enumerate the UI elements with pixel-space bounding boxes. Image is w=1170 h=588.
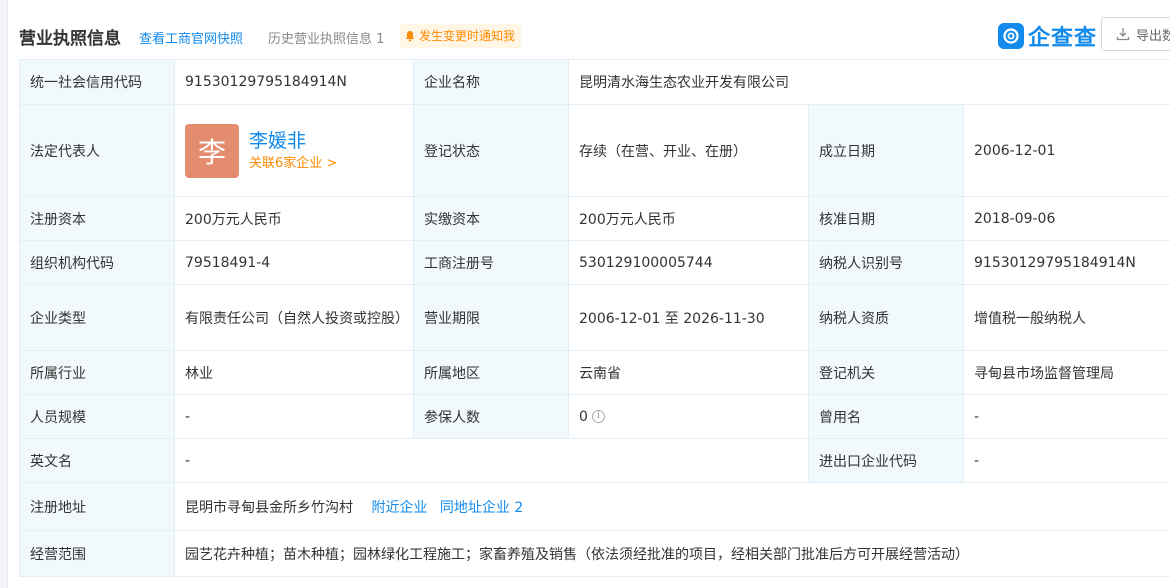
same-address-count: 2 xyxy=(514,499,524,516)
taxpayer-qual-value: 增值税一般纳税人 xyxy=(963,284,1170,351)
table-row: 组织机构代码 79518491-4 工商注册号 530129100005744 … xyxy=(19,240,1170,285)
taxpayer-qual-label: 纳税人资质 xyxy=(808,284,964,351)
staff-size-label: 人员规模 xyxy=(19,394,175,439)
company-name-label: 企业名称 xyxy=(413,59,569,105)
scope-value: 园艺花卉种植；苗木种植；园林绿化工程施工；家畜养殖及销售（依法须经批准的项目，经… xyxy=(174,530,1170,577)
former-name-label: 曾用名 xyxy=(808,394,964,439)
info-icon[interactable]: i xyxy=(591,410,605,423)
table-row: 统一社会信用代码 91530129795184914N 企业名称 昆明清水海生态… xyxy=(19,59,1170,105)
snapshot-link[interactable]: 查看工商官网快照 xyxy=(139,28,243,47)
notify-button[interactable]: 发生变更时通知我 xyxy=(400,24,522,48)
address-cell: 昆明市寻甸县金所乡竹沟村 附近企业 同地址企业 2 xyxy=(174,482,1170,531)
export-label: 导出数 xyxy=(1136,28,1170,44)
scope-label: 经营范围 xyxy=(19,530,175,577)
paid-capital-label: 实缴资本 xyxy=(413,196,569,241)
section-title: 营业执照信息 xyxy=(19,29,121,49)
org-code-label: 组织机构代码 xyxy=(19,240,175,285)
approval-date-label: 核准日期 xyxy=(808,196,964,241)
table-row: 经营范围 园艺花卉种植；苗木种植；园林绿化工程施工；家畜养殖及销售（依法须经批准… xyxy=(19,530,1170,577)
staff-size-value: - xyxy=(174,394,414,439)
brand-logo: 企查查 xyxy=(998,20,1097,52)
history-license-link[interactable]: 历史营业执照信息 1 xyxy=(268,28,384,47)
table-row: 企业类型 有限责任公司（自然人投资或控股） 营业期限 2006-12-01 至 … xyxy=(19,284,1170,351)
industry-label: 所属行业 xyxy=(19,350,175,395)
company-name-value: 昆明清水海生态农业开发有限公司 xyxy=(568,59,1170,105)
import-export-label: 进出口企业代码 xyxy=(808,438,964,483)
left-edge xyxy=(0,0,8,588)
table-row: 所属行业 林业 所属地区 云南省 登记机关 寻甸县市场监督管理局 xyxy=(19,350,1170,395)
industry-value: 林业 xyxy=(174,350,414,395)
related-companies-link[interactable]: 关联6家企业 > xyxy=(249,154,337,174)
company-type-label: 企业类型 xyxy=(19,284,175,351)
biz-reg-no-label: 工商注册号 xyxy=(413,240,569,285)
taxpayer-id-value: 91530129795184914N xyxy=(963,240,1170,285)
legal-rep-name-link[interactable]: 李媛非 xyxy=(249,128,337,154)
former-name-value: - xyxy=(963,394,1170,439)
region-label: 所属地区 xyxy=(413,350,569,395)
same-address-link[interactable]: 同地址企业 2 xyxy=(440,500,523,516)
biz-reg-no-value: 530129100005744 xyxy=(568,240,809,285)
logo-icon xyxy=(998,23,1024,49)
reg-capital-label: 注册资本 xyxy=(19,196,175,241)
reg-authority-label: 登记机关 xyxy=(808,350,964,395)
reg-capital-value: 200万元人民币 xyxy=(174,196,414,241)
history-count: 1 xyxy=(376,32,385,47)
english-name-label: 英文名 xyxy=(19,438,175,483)
avatar[interactable]: 李 xyxy=(185,123,239,178)
history-label: 历史营业执照信息 xyxy=(268,32,373,47)
table-row: 注册地址 昆明市寻甸县金所乡竹沟村 附近企业 同地址企业 2 xyxy=(19,482,1170,531)
nearby-companies-link[interactable]: 附近企业 xyxy=(371,500,427,516)
insured-cell: 0i xyxy=(568,394,809,439)
approval-date-value: 2018-09-06 xyxy=(963,196,1170,241)
company-type-value: 有限责任公司（自然人投资或控股） xyxy=(174,284,414,351)
download-icon xyxy=(1116,28,1130,41)
founded-value: 2006-12-01 xyxy=(963,104,1170,197)
org-code-value: 79518491-4 xyxy=(174,240,414,285)
import-export-value: - xyxy=(963,438,1170,483)
license-info-table: 统一社会信用代码 91530129795184914N 企业名称 昆明清水海生态… xyxy=(19,59,1170,577)
same-address-label: 同地址企业 xyxy=(439,499,510,516)
biz-term-value: 2006-12-01 至 2026-11-30 xyxy=(568,284,809,351)
reg-authority-value: 寻甸县市场监督管理局 xyxy=(963,350,1170,395)
bell-icon xyxy=(405,31,415,42)
english-name-value: - xyxy=(174,438,809,483)
insured-value: 0 xyxy=(579,408,588,425)
table-row: 英文名 - 进出口企业代码 - xyxy=(19,438,1170,483)
legal-rep-label: 法定代表人 xyxy=(19,104,175,197)
region-value: 云南省 xyxy=(568,350,809,395)
biz-term-label: 营业期限 xyxy=(413,284,569,351)
reg-status-label: 登记状态 xyxy=(413,104,569,197)
legal-rep-cell: 李 李媛非 关联6家企业 > xyxy=(174,104,414,197)
table-row: 法定代表人 李 李媛非 关联6家企业 > 登记状态 存续（在营、开业、在册） 成… xyxy=(19,104,1170,197)
address-label: 注册地址 xyxy=(19,482,175,531)
brand-text: 企查查 xyxy=(1028,26,1098,51)
founded-label: 成立日期 xyxy=(808,104,964,197)
section-header: 营业执照信息 查看工商官网快照 历史营业执照信息 1 发生变更时通知我 企查查 … xyxy=(8,0,1170,60)
paid-capital-value: 200万元人民币 xyxy=(568,196,809,241)
address-value: 昆明市寻甸县金所乡竹沟村 xyxy=(185,499,353,516)
export-button[interactable]: 导出数 xyxy=(1101,17,1170,51)
reg-status-value: 存续（在营、开业、在册） xyxy=(568,104,809,197)
insured-label: 参保人数 xyxy=(413,394,569,439)
credit-code-value: 91530129795184914N xyxy=(174,59,414,105)
taxpayer-id-label: 纳税人识别号 xyxy=(808,240,964,285)
notify-label: 发生变更时通知我 xyxy=(419,29,516,43)
credit-code-label: 统一社会信用代码 xyxy=(19,59,175,105)
table-row: 人员规模 - 参保人数 0i 曾用名 - xyxy=(19,394,1170,439)
table-row: 注册资本 200万元人民币 实缴资本 200万元人民币 核准日期 2018-09… xyxy=(19,196,1170,241)
